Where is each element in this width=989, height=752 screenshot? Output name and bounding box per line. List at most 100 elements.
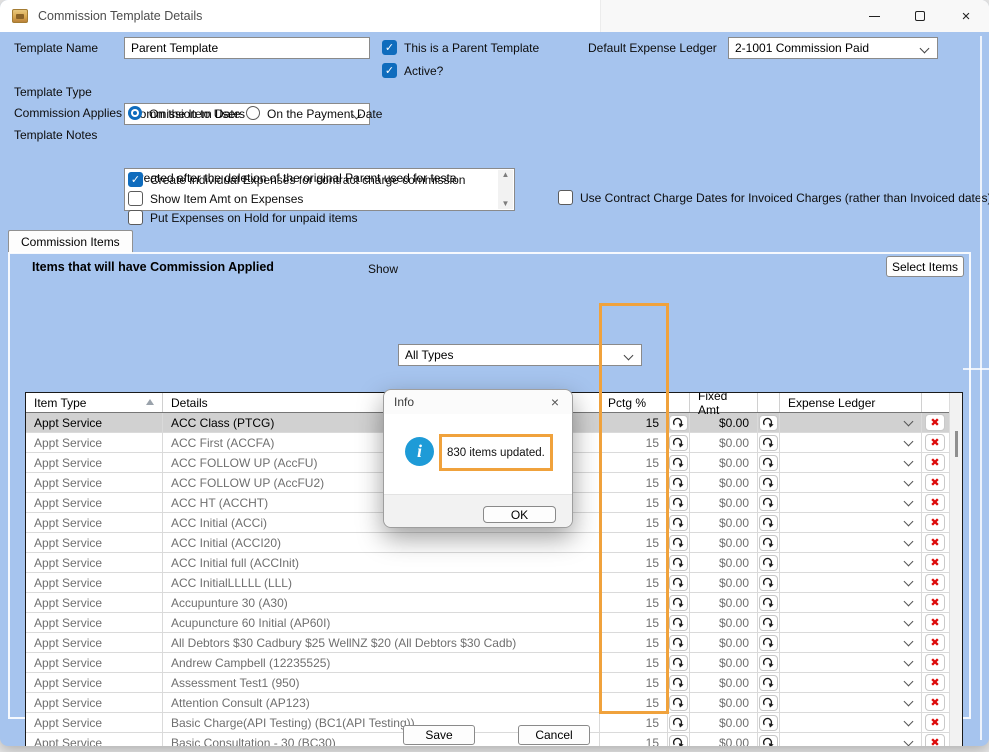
ok-button[interactable]: OK — [483, 506, 556, 523]
column-header-expense-ledger[interactable]: Expense Ledger — [780, 393, 922, 412]
apply-pctg-to-all-button[interactable] — [669, 655, 688, 671]
tab-commission-items[interactable]: Commission Items — [8, 230, 133, 253]
delete-row-button[interactable]: ✖ — [925, 654, 945, 671]
fixed-amt-cell[interactable]: $0.00 — [690, 473, 758, 492]
fixed-amt-cell[interactable]: $0.00 — [690, 533, 758, 552]
apply-fixed-to-all-button[interactable] — [759, 515, 778, 531]
apply-pctg-to-all-button[interactable] — [669, 575, 688, 591]
apply-fixed-to-all-button[interactable] — [759, 695, 778, 711]
apply-pctg-to-all-button[interactable] — [669, 635, 688, 651]
delete-row-button[interactable]: ✖ — [925, 474, 945, 491]
delete-row-button[interactable]: ✖ — [925, 574, 945, 591]
column-header-pctg[interactable]: Pctg % — [600, 393, 668, 412]
use-contract-dates-checkbox[interactable] — [558, 190, 573, 205]
column-header-fixed-amt[interactable]: Fixed Amt — [690, 393, 758, 412]
fixed-amt-cell[interactable]: $0.00 — [690, 733, 758, 746]
apply-pctg-to-all-button[interactable] — [669, 535, 688, 551]
apply-pctg-to-all-button[interactable] — [669, 435, 688, 451]
fixed-amt-cell[interactable]: $0.00 — [690, 573, 758, 592]
apply-fixed-to-all-button[interactable] — [759, 475, 778, 491]
delete-row-button[interactable]: ✖ — [925, 514, 945, 531]
apply-fixed-to-all-button[interactable] — [759, 435, 778, 451]
delete-row-button[interactable]: ✖ — [925, 634, 945, 651]
pctg-cell[interactable]: 15 — [600, 473, 668, 492]
minimize-button[interactable] — [851, 0, 897, 32]
expense-ledger-select[interactable] — [780, 473, 922, 492]
fixed-amt-cell[interactable]: $0.00 — [690, 493, 758, 512]
apply-fixed-to-all-button[interactable] — [759, 555, 778, 571]
show-filter-select[interactable]: All Types — [398, 344, 642, 366]
radio-item-date[interactable] — [128, 106, 142, 120]
delete-row-button[interactable]: ✖ — [925, 454, 945, 471]
pctg-cell[interactable]: 15 — [600, 553, 668, 572]
delete-row-button[interactable]: ✖ — [925, 534, 945, 551]
expense-ledger-select[interactable] — [780, 733, 922, 746]
fixed-amt-cell[interactable]: $0.00 — [690, 553, 758, 572]
fixed-amt-cell[interactable]: $0.00 — [690, 713, 758, 732]
fixed-amt-cell[interactable]: $0.00 — [690, 613, 758, 632]
table-row[interactable]: Appt Service Basic Consultation - 30 (BC… — [26, 733, 962, 746]
expense-ledger-select[interactable] — [780, 573, 922, 592]
expense-ledger-select[interactable] — [780, 693, 922, 712]
fixed-amt-cell[interactable]: $0.00 — [690, 633, 758, 652]
pctg-cell[interactable]: 15 — [600, 573, 668, 592]
save-button[interactable]: Save — [403, 725, 475, 745]
expense-ledger-select[interactable] — [780, 633, 922, 652]
apply-fixed-to-all-button[interactable] — [759, 595, 778, 611]
expense-ledger-select[interactable] — [780, 493, 922, 512]
pctg-cell[interactable]: 15 — [600, 673, 668, 692]
apply-pctg-to-all-button[interactable] — [669, 455, 688, 471]
pctg-cell[interactable]: 15 — [600, 633, 668, 652]
put-expenses-hold-checkbox[interactable] — [128, 210, 143, 225]
cancel-button[interactable]: Cancel — [518, 725, 590, 745]
apply-pctg-to-all-button[interactable] — [669, 555, 688, 571]
pctg-cell[interactable]: 15 — [600, 433, 668, 452]
table-row[interactable]: Appt Service Acupuncture 60 Initial (AP6… — [26, 613, 962, 633]
show-item-amt-checkbox[interactable] — [128, 191, 143, 206]
pctg-cell[interactable]: 15 — [600, 693, 668, 712]
fixed-amt-cell[interactable]: $0.00 — [690, 673, 758, 692]
parent-template-checkbox[interactable]: ✓ — [382, 40, 397, 55]
pctg-cell[interactable]: 15 — [600, 613, 668, 632]
delete-row-button[interactable]: ✖ — [925, 734, 945, 746]
apply-fixed-to-all-button[interactable] — [759, 575, 778, 591]
expense-ledger-select[interactable] — [780, 673, 922, 692]
fixed-amt-cell[interactable]: $0.00 — [690, 693, 758, 712]
apply-pctg-to-all-button[interactable] — [669, 475, 688, 491]
radio-payment-date[interactable] — [246, 106, 260, 120]
close-button[interactable]: × — [943, 0, 989, 32]
apply-fixed-to-all-button[interactable] — [759, 635, 778, 651]
column-header-item-type[interactable]: Item Type — [26, 393, 163, 412]
apply-pctg-to-all-button[interactable] — [669, 515, 688, 531]
apply-fixed-to-all-button[interactable] — [759, 455, 778, 471]
delete-row-button[interactable]: ✖ — [925, 414, 945, 431]
apply-fixed-to-all-button[interactable] — [759, 715, 778, 731]
fixed-amt-cell[interactable]: $0.00 — [690, 513, 758, 532]
pctg-cell[interactable]: 15 — [600, 533, 668, 552]
expense-ledger-select[interactable] — [780, 433, 922, 452]
expense-ledger-select[interactable] — [780, 513, 922, 532]
table-row[interactable]: Appt Service Basic Charge(API Testing) (… — [26, 713, 962, 733]
apply-pctg-to-all-button[interactable] — [669, 595, 688, 611]
table-scrollbar[interactable] — [949, 393, 962, 746]
delete-row-button[interactable]: ✖ — [925, 494, 945, 511]
scroll-up-icon[interactable]: ▲ — [502, 170, 510, 180]
pctg-cell[interactable]: 15 — [600, 733, 668, 746]
apply-fixed-to-all-button[interactable] — [759, 675, 778, 691]
maximize-button[interactable] — [897, 0, 943, 32]
table-row[interactable]: Appt Service ACC Initial full (ACCInit) … — [26, 553, 962, 573]
fixed-amt-cell[interactable]: $0.00 — [690, 653, 758, 672]
expense-ledger-select[interactable] — [780, 453, 922, 472]
apply-pctg-to-all-button[interactable] — [669, 675, 688, 691]
apply-fixed-to-all-button[interactable] — [759, 415, 778, 431]
table-row[interactable]: Appt Service Assessment Test1 (950) 15 $… — [26, 673, 962, 693]
pctg-cell[interactable]: 15 — [600, 653, 668, 672]
apply-pctg-to-all-button[interactable] — [669, 695, 688, 711]
pctg-cell[interactable]: 15 — [600, 413, 668, 432]
fixed-amt-cell[interactable]: $0.00 — [690, 593, 758, 612]
table-row[interactable]: Appt Service Accupunture 30 (A30) 15 $0.… — [26, 593, 962, 613]
pctg-cell[interactable]: 15 — [600, 453, 668, 472]
dialog-close-button[interactable]: × — [546, 393, 564, 411]
table-row[interactable]: Appt Service ACC InitialLLLLL (LLL) 15 $… — [26, 573, 962, 593]
select-items-button[interactable]: Select Items — [886, 256, 964, 277]
